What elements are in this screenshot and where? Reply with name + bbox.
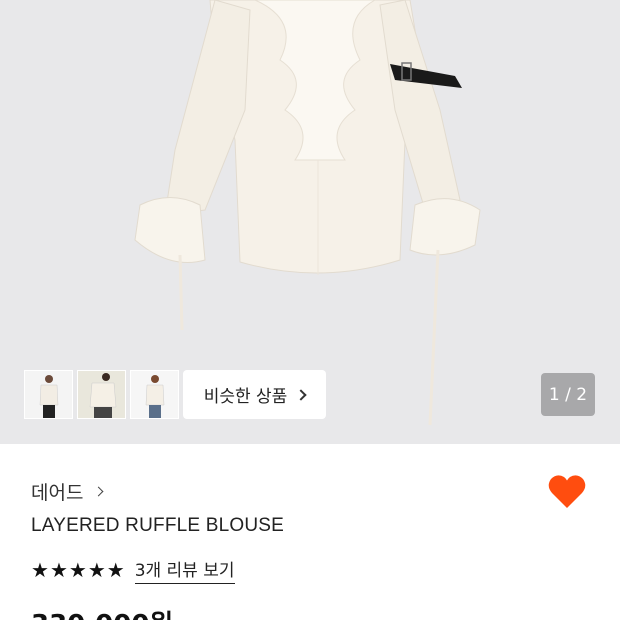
star-icon: ★ [68,558,87,582]
chevron-right-icon [295,388,307,401]
review-link[interactable]: 3개 리뷰 보기 [134,556,235,584]
similar-products-button[interactable]: 비슷한 상품 [183,370,326,419]
star-icon: ★ [31,558,49,582]
rating-stars: ★ ★ ★ ★ ★ [31,559,125,581]
brand-name: 데어드 [31,482,84,504]
star-icon: ★ [49,558,68,582]
thumbnail-2[interactable] [77,370,126,419]
chevron-right-icon [94,486,104,497]
thumbnail-1[interactable] [24,370,73,419]
product-title: LAYERED RUFFLE BLOUSE [31,515,285,536]
product-image-gallery[interactable]: 비슷한 상품 1 / 2 [0,0,620,444]
star-icon: ★ [87,558,106,582]
thumbnail-strip [24,370,179,419]
wishlist-heart-icon[interactable] [548,474,586,514]
rating-row: ★ ★ ★ ★ ★ 3개 리뷰 보기 [31,556,235,584]
similar-products-label: 비슷한 상품 [203,387,288,407]
image-counter: 1 / 2 [541,373,595,416]
product-price: 330,000원 [31,604,173,620]
thumbnail-3[interactable] [130,370,179,419]
brand-link[interactable]: 데어드 [31,478,104,505]
star-icon: ★ [106,558,125,582]
